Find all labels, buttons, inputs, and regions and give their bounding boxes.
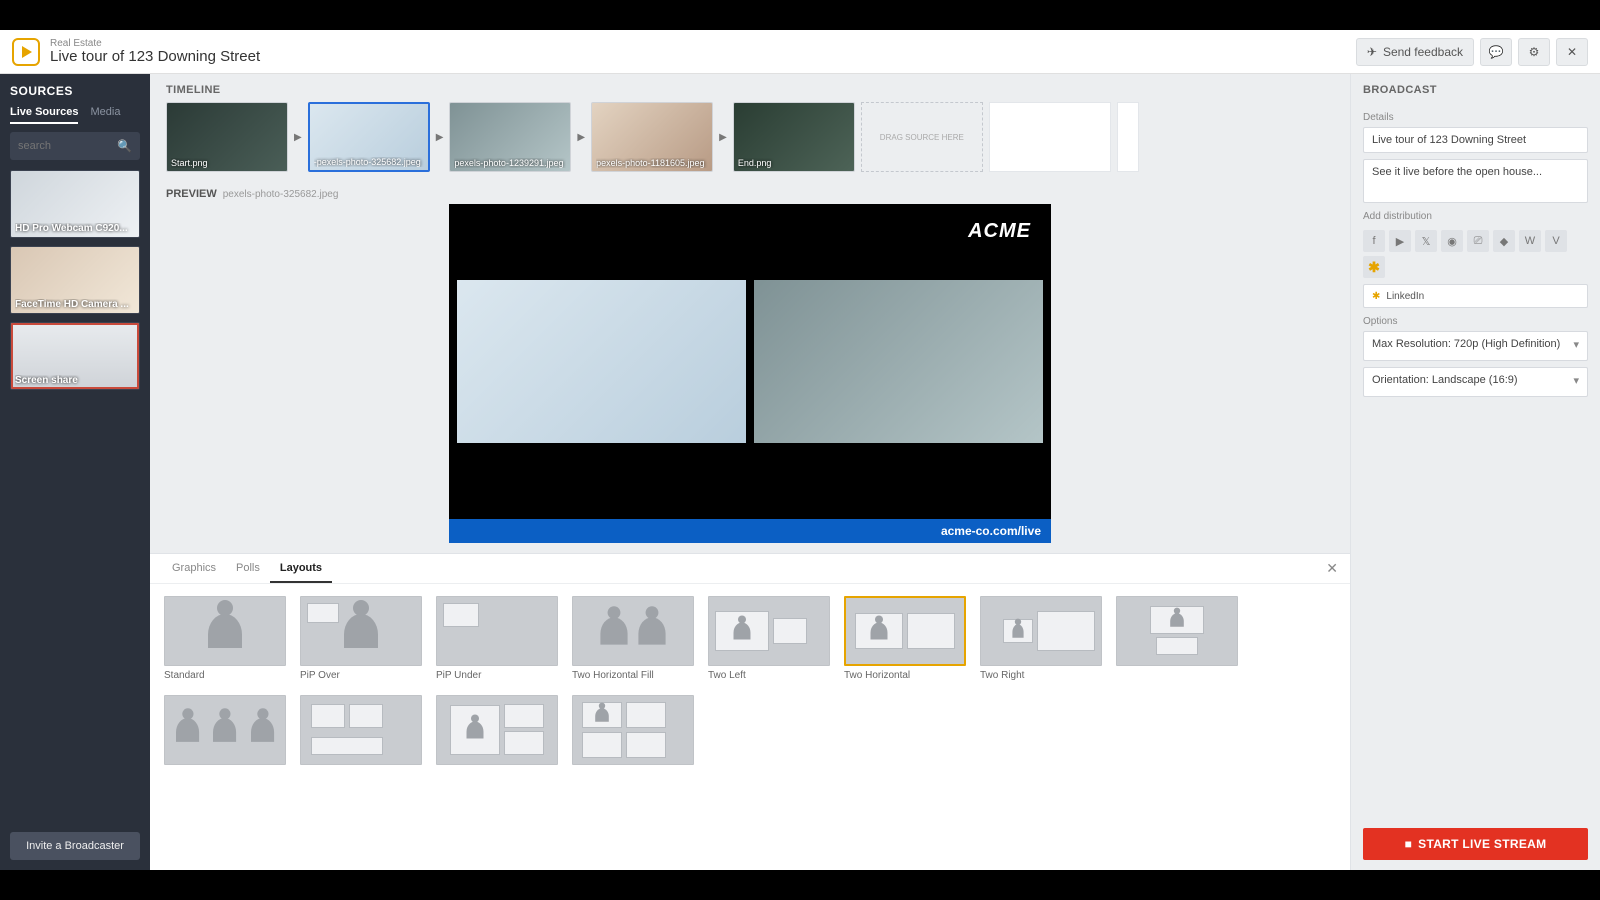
- chevron-right-icon: ▶: [577, 132, 585, 143]
- layout-extra[interactable]: [436, 695, 558, 769]
- layout-extra[interactable]: [1116, 596, 1238, 681]
- chevron-right-icon: ▶: [719, 132, 727, 143]
- sources-title: SOURCES: [10, 84, 140, 98]
- tab-graphics[interactable]: Graphics: [162, 554, 226, 583]
- layout-two-horizontal[interactable]: Two Horizontal: [844, 596, 966, 681]
- close-button[interactable]: ✕: [1556, 38, 1588, 66]
- wowza-icon[interactable]: W: [1519, 230, 1541, 252]
- send-feedback-button[interactable]: ✈ Send feedback: [1356, 38, 1474, 66]
- resolution-select[interactable]: Max Resolution: 720p (High Definition): [1363, 331, 1588, 361]
- tab-polls[interactable]: Polls: [226, 554, 270, 583]
- source-facetime-camera[interactable]: FaceTime HD Camera ...: [10, 246, 140, 314]
- timeline-item[interactable]: pexels-photo-1181605.jpeg: [591, 102, 713, 172]
- preview-left-pane: [457, 280, 746, 444]
- app-header: Real Estate Live tour of 123 Downing Str…: [0, 30, 1600, 74]
- timeline-drop-zone[interactable]: DRAG SOURCE HERE: [861, 102, 983, 172]
- layout-two-right[interactable]: Two Right: [980, 596, 1102, 681]
- preview-footer-url: acme-co.com/live: [941, 524, 1041, 538]
- preview-canvas: ACME acme-co.com/live: [449, 204, 1051, 543]
- chat-icon-button[interactable]: 💬: [1480, 38, 1512, 66]
- chevron-right-icon: ▶: [436, 132, 444, 143]
- youtube-icon[interactable]: ▶: [1389, 230, 1411, 252]
- start-live-stream-button[interactable]: ■ START LIVE STREAM: [1363, 828, 1588, 860]
- tab-media[interactable]: Media: [90, 106, 120, 124]
- broadcast-desc-input[interactable]: See it live before the open house...: [1363, 159, 1588, 203]
- layout-pip-over[interactable]: PiP Over: [300, 596, 422, 681]
- vimeo-icon[interactable]: V: [1545, 230, 1567, 252]
- source-webcam-c920[interactable]: HD Pro Webcam C920...: [10, 170, 140, 238]
- options-label: Options: [1363, 316, 1588, 327]
- layout-two-left[interactable]: Two Left: [708, 596, 830, 681]
- preview-brand-overlay: ACME: [968, 220, 1031, 243]
- twitter-icon[interactable]: 𝕏: [1415, 230, 1437, 252]
- chevron-right-icon: ▶: [294, 132, 302, 143]
- preview-filename: pexels-photo-325682.jpeg: [223, 189, 339, 200]
- timeline-item[interactable]: -pexels-photo-325682.jpeg: [308, 102, 430, 172]
- invite-broadcaster-button[interactable]: Invite a Broadcaster: [10, 832, 140, 860]
- facebook-icon[interactable]: f: [1363, 230, 1385, 252]
- timeline-item[interactable]: pexels-photo-1239291.jpeg: [449, 102, 571, 172]
- tab-live-sources[interactable]: Live Sources: [10, 106, 78, 124]
- layout-pip-under[interactable]: PiP Under: [436, 596, 558, 681]
- preview-right-pane: [754, 280, 1043, 444]
- layout-extra[interactable]: [164, 695, 286, 769]
- timeline-item[interactable]: End.png: [733, 102, 855, 172]
- distribution-label: Add distribution: [1363, 211, 1588, 222]
- app-logo: [12, 38, 40, 66]
- broadcast-name-input[interactable]: [1363, 127, 1588, 153]
- add-distribution-icon[interactable]: ✱: [1363, 256, 1385, 278]
- periscope-icon[interactable]: ◉: [1441, 230, 1463, 252]
- timeline-empty-slot: [1117, 102, 1139, 172]
- paper-plane-icon: ✈: [1367, 45, 1377, 59]
- source-screen-share[interactable]: Screen share: [10, 322, 140, 390]
- sources-sidebar: SOURCES Live Sources Media 🔍 HD Pro Webc…: [0, 74, 150, 870]
- bottom-panel: Graphics Polls Layouts ✕ Standard PiP Ov…: [150, 553, 1350, 870]
- timeline-empty-slot: [989, 102, 1111, 172]
- details-label: Details: [1363, 112, 1588, 123]
- tab-layouts[interactable]: Layouts: [270, 554, 332, 583]
- timeline-item[interactable]: Start.png: [166, 102, 288, 172]
- twitch-icon[interactable]: ⎚: [1467, 230, 1489, 252]
- spark-icon: ✱: [1372, 291, 1380, 302]
- layouts-grid: Standard PiP Over PiP Under Two Horizont…: [150, 584, 1350, 781]
- preview-title: PREVIEW: [166, 188, 217, 200]
- dlive-icon[interactable]: ◆: [1493, 230, 1515, 252]
- linkedin-distribution-chip[interactable]: ✱ LinkedIn: [1363, 284, 1588, 308]
- layout-extra[interactable]: [572, 695, 694, 769]
- close-panel-icon[interactable]: ✕: [1326, 560, 1338, 577]
- search-icon: 🔍: [117, 139, 132, 153]
- layout-extra[interactable]: [300, 695, 422, 769]
- layout-standard[interactable]: Standard: [164, 596, 286, 681]
- broadcast-panel: BROADCAST Details See it live before the…: [1350, 74, 1600, 870]
- broadcast-title: BROADCAST: [1363, 84, 1588, 96]
- header-title: Live tour of 123 Downing Street: [50, 49, 260, 66]
- orientation-select[interactable]: Orientation: Landscape (16:9): [1363, 367, 1588, 397]
- timeline-title: TIMELINE: [166, 84, 1334, 96]
- camera-icon: ■: [1405, 837, 1413, 851]
- layout-two-horizontal-fill[interactable]: Two Horizontal Fill: [572, 596, 694, 681]
- timeline-row: Start.png ▶ -pexels-photo-325682.jpeg ▶ …: [166, 102, 1334, 172]
- settings-icon-button[interactable]: ⚙: [1518, 38, 1550, 66]
